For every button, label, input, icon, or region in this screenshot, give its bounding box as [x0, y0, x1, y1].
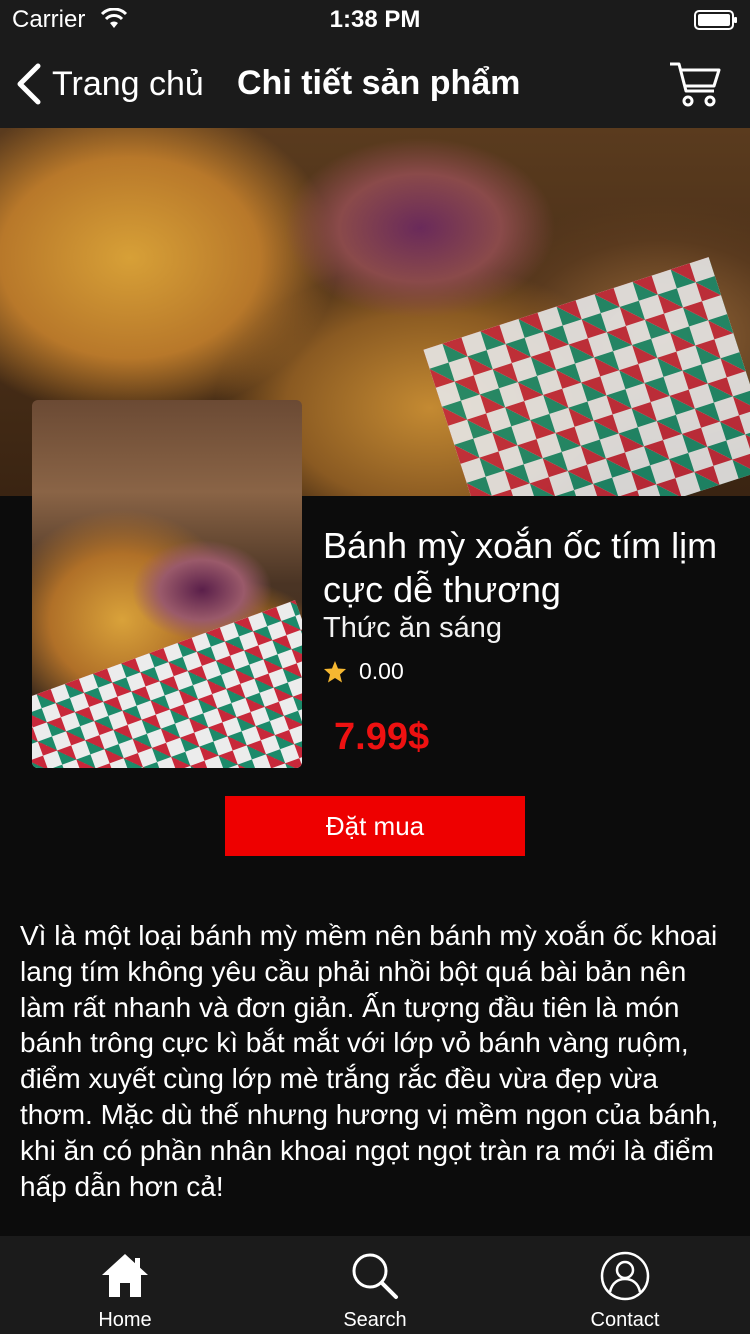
tab-contact-label: Contact [590, 1309, 660, 1331]
home-icon [102, 1254, 148, 1297]
clock: 1:38 PM [329, 6, 421, 33]
product-description: Vì là một loại bánh mỳ mềm nên bánh mỳ x… [20, 920, 719, 1202]
status-bar: Carrier 1:38 PM [0, 0, 750, 40]
navigation-bar: Trang chủ Chi tiết sản phẩm [0, 40, 750, 128]
product-price: 7.99$ [334, 716, 430, 758]
back-label: Trang chủ [52, 64, 204, 103]
hero-napkin [423, 257, 750, 496]
cart-icon[interactable] [668, 58, 722, 110]
star-icon [324, 660, 346, 682]
tab-search[interactable]: Search [250, 1236, 500, 1334]
product-image [32, 400, 302, 768]
tab-home-label: Home [98, 1309, 152, 1331]
tab-search-label: Search [343, 1309, 407, 1331]
product-image-napkin [32, 600, 302, 768]
buy-button[interactable]: Đặt mua [225, 796, 525, 856]
search-icon [352, 1253, 398, 1299]
product-name: Bánh mỳ xoắn ốc tím lịm cực dễ thương [323, 525, 718, 610]
tab-home[interactable]: Home [0, 1236, 250, 1334]
battery-icon [694, 10, 737, 30]
chevron-left-icon [17, 63, 41, 105]
page-title: Chi tiết sản phẩm [237, 64, 521, 102]
product-category: Thức ăn sáng [323, 612, 503, 644]
rating-value: 0.00 [359, 658, 404, 684]
contact-icon [600, 1251, 650, 1301]
tab-contact[interactable]: Contact [500, 1236, 750, 1334]
tab-bar: Home Search Contact [0, 1236, 750, 1334]
rating: 0.00 [323, 658, 404, 685]
back-button[interactable]: Trang chủ [14, 62, 204, 106]
